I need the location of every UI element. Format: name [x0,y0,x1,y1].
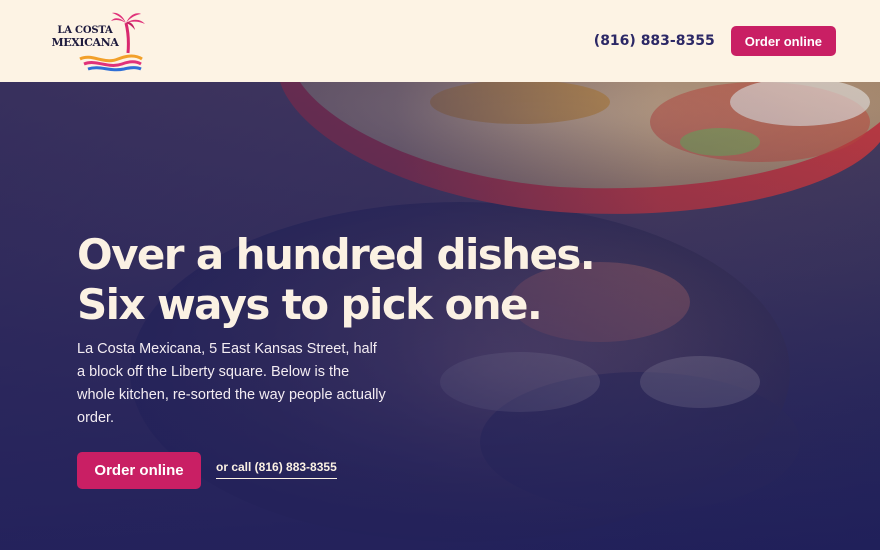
palm-tree-icon [111,12,145,54]
hero-headline-line2: Six ways to pick one. [77,280,543,329]
header-actions: (816) 883-8355 Order online [594,26,836,56]
hero-headline: Over a hundred dishes. Six ways to pick … [77,230,837,330]
site-header: LA COSTA MEXICANA (816) 883-8355 Order o… [0,0,880,82]
hero-call-link[interactable]: or call (816) 883-8355 [216,460,337,479]
hero-section: Over a hundred dishes. Six ways to pick … [0,82,880,550]
brand-logo[interactable]: LA COSTA MEXICANA [48,11,152,72]
hero-intro: La Costa Mexicana, 5 East Kansas Street,… [77,341,386,426]
header-order-online-button[interactable]: Order online [730,26,836,56]
hero-headline-line1: Over a hundred dishes. [77,230,596,279]
waves-icon [79,54,143,72]
hero-order-online-button[interactable]: Order online [77,452,201,489]
header-phone-link[interactable]: (816) 883-8355 [594,33,715,49]
